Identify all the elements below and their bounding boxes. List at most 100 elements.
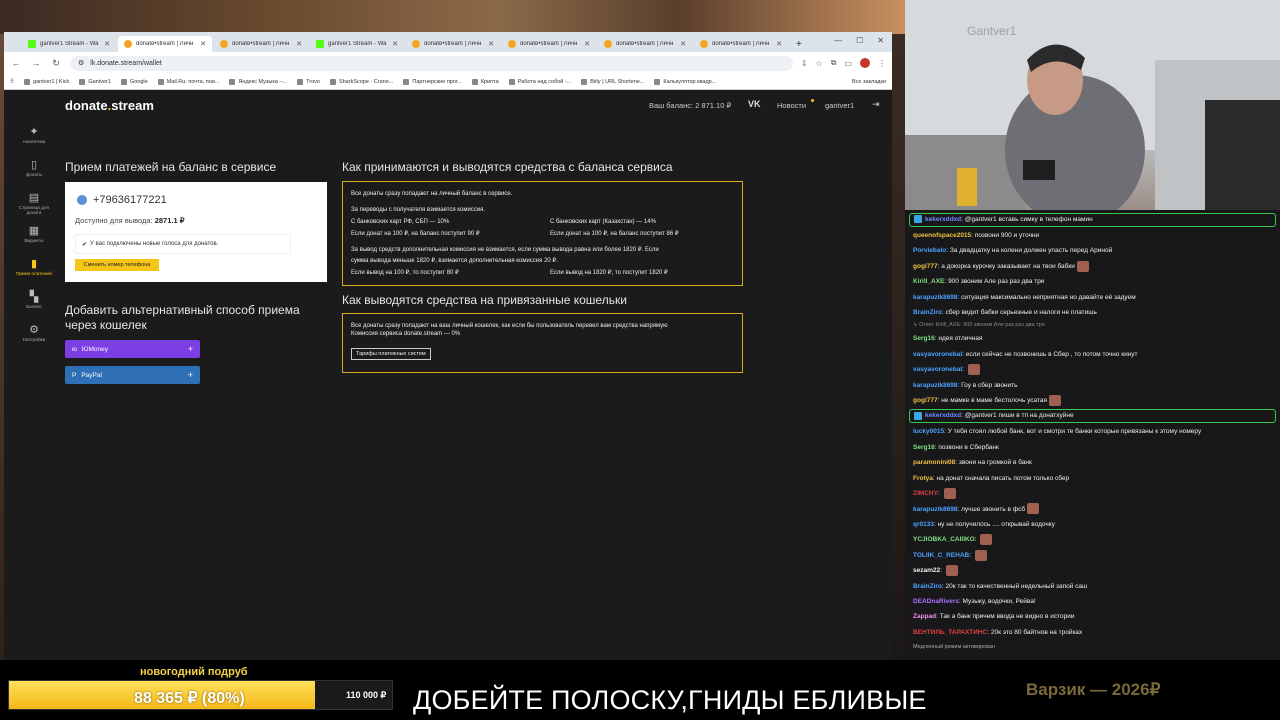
bookmark-item[interactable]: SharkScope - Crane... xyxy=(329,78,393,85)
site-info-icon[interactable]: ⚙ xyxy=(78,59,84,67)
forward-icon[interactable]: → xyxy=(30,58,42,68)
chat-username[interactable]: BrainZiro xyxy=(913,309,942,316)
bookmark-label: Калькулятор квадр... xyxy=(663,78,717,85)
tab-close-icon[interactable]: ✕ xyxy=(488,40,494,48)
sidebar-icon[interactable]: ▭ xyxy=(844,59,852,68)
chat-username[interactable]: ZIMCHY xyxy=(913,490,938,497)
sidebar-item[interactable]: ⚙ Настройки xyxy=(12,324,56,355)
chat-username[interactable]: kekerxddxd xyxy=(925,216,961,223)
sidebar-item[interactable]: ▮ Прием платежей xyxy=(12,258,56,289)
bookmark-item[interactable]: Калькулятор квадр... xyxy=(654,78,717,85)
chat-username[interactable]: vasyavoronebal xyxy=(913,351,962,358)
bookmark-star-icon[interactable]: ☆ xyxy=(816,59,823,68)
chat-username[interactable]: Serg16 xyxy=(913,335,935,342)
browser-tab[interactable]: donate•stream | Личн ✕ xyxy=(214,36,308,52)
address-bar[interactable]: ⚙ lk.donate.stream/wallet xyxy=(70,55,793,71)
tab-close-icon[interactable]: ✕ xyxy=(296,40,302,48)
chat-username[interactable]: vasyavoronebal xyxy=(913,366,962,373)
profile-avatar[interactable] xyxy=(860,58,870,68)
chat-text: а докорка курочку заказывает на твои баб… xyxy=(941,262,1075,270)
goal-title: новогодний подруб xyxy=(140,666,248,678)
bookmark-item[interactable]: Партнерские прог... xyxy=(403,78,462,85)
tab-close-icon[interactable]: ✕ xyxy=(776,40,782,48)
extensions-icon[interactable]: ⧉ xyxy=(831,58,837,68)
tab-title: donate•stream | Личн xyxy=(424,41,482,47)
chat-username[interactable]: ВЕНТИЛЬ_ТАРАХТИНС xyxy=(913,629,987,636)
tab-close-icon[interactable]: ✕ xyxy=(200,40,206,48)
chat-username[interactable]: TOLIIK_C_REHAB xyxy=(913,552,969,559)
change-phone-button[interactable]: Сменить номер телефона xyxy=(75,259,159,271)
chat-emote-icon xyxy=(980,534,993,546)
chat-username[interactable]: sezam22 xyxy=(913,567,940,574)
new-tab-icon[interactable]: + xyxy=(790,39,808,52)
tab-close-icon[interactable]: ✕ xyxy=(584,40,590,48)
chat-username[interactable]: gogi777 xyxy=(913,263,938,270)
browser-tab[interactable]: donate•stream | Личн ✕ xyxy=(406,36,500,52)
browser-tab[interactable]: gantver1 Stream - Wa ✕ xyxy=(310,36,404,52)
chat-username[interactable]: qr0133 xyxy=(913,521,934,528)
chat-username[interactable]: paramonini08 xyxy=(913,459,955,466)
browser-tab[interactable]: gantver1 Stream - Wa ✕ xyxy=(22,36,116,52)
bookmark-item[interactable]: Работа над собой -... xyxy=(508,78,571,85)
browser-tab[interactable]: donate•stream | Личн ✕ xyxy=(694,36,788,52)
chat-username[interactable]: lucky0015 xyxy=(913,428,944,435)
chat-username[interactable]: YCJIOBKA_CAIIIKO xyxy=(913,536,975,543)
chat-username[interactable]: karapuzik8698 xyxy=(913,294,957,301)
logout-icon[interactable]: ⇥ xyxy=(872,99,880,110)
chat-message: DEADnaRivers: Музыку, водочки, Рейва! xyxy=(909,594,1276,609)
chat-text: Так а банк причем ввода не видно в истор… xyxy=(939,613,1075,621)
box2-line2: Комиссия сервиса donate.stream — 0% xyxy=(351,331,461,338)
chat-username[interactable]: Zappad xyxy=(913,613,936,620)
menu-icon[interactable]: ⋮ xyxy=(878,59,886,68)
chat-username[interactable]: Frotya xyxy=(913,475,933,482)
chat-username[interactable]: gogi777 xyxy=(913,397,938,404)
tariffs-button[interactable]: Тарифы платежных систем xyxy=(351,348,431,360)
chat-username[interactable]: BrainZiro xyxy=(913,583,942,590)
install-icon[interactable]: ⇩ xyxy=(801,59,808,68)
bookmark-item[interactable]: Bitly | URL Shortene... xyxy=(581,78,644,85)
chat-username[interactable]: Serg16 xyxy=(913,444,935,451)
bookmark-item[interactable]: Gantver1 xyxy=(79,78,111,85)
bookmark-item[interactable]: Mail.Ru: почта, пои... xyxy=(157,78,219,85)
reload-icon[interactable]: ↻ xyxy=(50,58,62,69)
sidebar-item[interactable]: ▯ Донаты xyxy=(12,159,56,190)
bookmark-item[interactable]: Крипта xyxy=(471,78,499,85)
paypal-button[interactable]: P PayPal + xyxy=(65,366,200,384)
chat-username[interactable]: karapuzik8698 xyxy=(913,506,957,513)
site-logo[interactable]: donate.stream xyxy=(65,98,154,113)
back-icon[interactable]: ← xyxy=(10,58,22,68)
bookmark-item[interactable]: Google xyxy=(120,78,148,85)
chat-username[interactable]: Porviebalo xyxy=(913,247,946,254)
vk-icon[interactable]: VK xyxy=(748,99,761,109)
username-link[interactable]: gantver1 xyxy=(825,101,854,110)
sidebar-item[interactable]: ▤ Страница для доната xyxy=(12,192,56,223)
sidebar-item[interactable]: ▦ Виджеты xyxy=(12,225,56,256)
browser-tab[interactable]: donate•stream | Личн ✕ xyxy=(118,36,212,52)
apps-icon[interactable]: ⠿ xyxy=(10,79,14,85)
chat-username[interactable]: Kirill_AXE xyxy=(913,278,944,285)
bookmark-item[interactable]: gantver1 | Kick xyxy=(24,78,69,85)
chat-username[interactable]: karapuzik8698 xyxy=(913,382,957,389)
browser-tab[interactable]: donate•stream | Личн ✕ xyxy=(598,36,692,52)
bookmark-favicon xyxy=(329,78,336,85)
close-icon[interactable]: ✕ xyxy=(877,36,884,45)
tab-close-icon[interactable]: ✕ xyxy=(104,40,110,48)
news-link[interactable]: Новости xyxy=(777,101,806,110)
tab-close-icon[interactable]: ✕ xyxy=(392,40,398,48)
bookmark-item[interactable]: Яндекс Музыка –... xyxy=(229,78,287,85)
minimize-icon[interactable]: — xyxy=(834,36,842,45)
tab-close-icon[interactable]: ✕ xyxy=(680,40,686,48)
chat-username[interactable]: kekerxddxd xyxy=(925,412,961,419)
stream-background-top xyxy=(0,0,905,34)
chat-username[interactable]: queenofspace2015 xyxy=(913,232,971,239)
yoomoney-button[interactable]: ю ЮMoney + xyxy=(65,340,200,358)
bookmark-item[interactable]: Trovo xyxy=(297,78,320,85)
sidebar-item[interactable]: ▚ Баланс xyxy=(12,291,56,322)
chat-username[interactable]: DEADnaRivers xyxy=(913,598,959,605)
yoomoney-icon: ю xyxy=(72,345,77,353)
sidebar-item[interactable]: ✦ Аналитика xyxy=(12,126,56,157)
chat-message: Serg16: позвони в Сбербанк xyxy=(909,440,1276,455)
browser-tab[interactable]: donate•stream | Личн ✕ xyxy=(502,36,596,52)
maximize-icon[interactable]: ☐ xyxy=(856,36,863,45)
all-bookmarks[interactable]: Все закладки xyxy=(852,79,886,85)
